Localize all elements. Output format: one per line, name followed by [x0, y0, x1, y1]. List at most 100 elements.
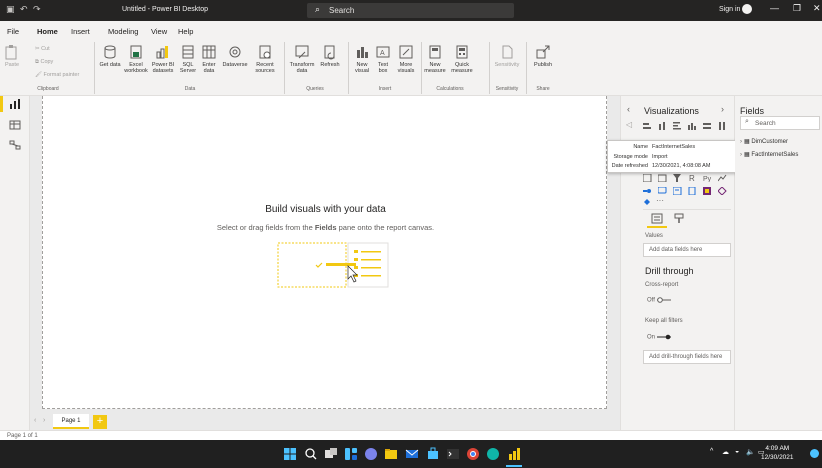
cut-button[interactable]: ✂ Cut	[35, 46, 50, 52]
new-visual-button[interactable]: New visual	[350, 44, 374, 74]
powerbi-datasets-button[interactable]: Power BI datasets	[148, 44, 178, 74]
r-script-visual-icon[interactable]: R	[688, 174, 697, 182]
minimize-icon[interactable]: —	[770, 3, 779, 13]
taskbar-clock[interactable]: 4:09 AM 12/30/2021	[761, 444, 794, 462]
field-table-dimcustomer[interactable]: › ▦ DimCustomer	[740, 138, 788, 145]
more-visuals-ellipsis-icon[interactable]: ···	[656, 196, 664, 205]
report-view-icon[interactable]	[9, 99, 21, 109]
recent-sources-button[interactable]: Recent sources	[250, 44, 280, 74]
restore-icon[interactable]: ❐	[793, 3, 801, 14]
values-drop-zone[interactable]: Add data fields here	[643, 243, 731, 257]
collapse-filters-icon[interactable]: ‹	[627, 104, 630, 114]
page-tab-1[interactable]: Page 1	[53, 414, 89, 429]
power-automate-icon[interactable]	[718, 187, 727, 195]
title-bar: ▣ ↶ ↷ Untitled - Power BI Desktop ⌕ Sear…	[0, 0, 822, 21]
format-paintbrush-icon[interactable]	[673, 213, 685, 224]
smart-narrative-icon[interactable]	[673, 187, 682, 195]
clustered-column-chart-icon[interactable]	[688, 122, 697, 130]
table-name: FactInternetSales	[751, 152, 799, 158]
tab-modeling[interactable]: Modeling	[108, 27, 138, 36]
filters-side-icon[interactable]: ◁	[626, 120, 632, 129]
close-icon[interactable]: ✕	[813, 3, 821, 14]
calculations-group-label: Calculations	[436, 86, 464, 92]
tab-help[interactable]: Help	[178, 27, 193, 36]
redo-icon[interactable]: ↷	[33, 4, 41, 15]
more-visuals-button[interactable]: More visuals	[393, 44, 419, 74]
prev-page-icon[interactable]: ‹	[34, 417, 36, 424]
stacked-column-chart-icon[interactable]	[658, 122, 667, 130]
taskbar-search-icon[interactable]	[304, 447, 318, 461]
refresh-label: Refresh	[320, 62, 340, 68]
tab-home[interactable]: Home	[37, 27, 58, 40]
report-canvas[interactable]: Build visuals with your data Select or d…	[42, 96, 607, 409]
cross-report-toggle[interactable]: Off	[647, 297, 671, 304]
enter-data-button[interactable]: Enter data	[198, 44, 220, 74]
sensitivity-button[interactable]: Sensitivity	[492, 44, 522, 68]
text-box-button[interactable]: A Text box	[373, 44, 393, 74]
expand-visualizations-icon[interactable]: ›	[721, 104, 724, 114]
notification-icon[interactable]	[810, 449, 819, 458]
sql-server-button[interactable]: SQL Server	[176, 44, 200, 74]
paginated-report-icon[interactable]	[688, 187, 697, 195]
widgets-icon[interactable]	[344, 447, 358, 461]
edge-icon[interactable]	[486, 447, 500, 461]
transform-data-button[interactable]: Transform data	[286, 44, 318, 74]
teams-chat-icon[interactable]	[364, 447, 378, 461]
clustered-bar-chart-icon[interactable]	[673, 122, 682, 130]
tray-chevron-icon[interactable]: ^	[710, 448, 713, 455]
drill-through-drop-zone[interactable]: Add drill-through fields here	[643, 350, 731, 364]
dataverse-button[interactable]: Dataverse	[220, 44, 250, 68]
100-stacked-bar-chart-icon[interactable]	[703, 122, 712, 130]
tab-view[interactable]: View	[151, 27, 167, 36]
q-and-a-icon[interactable]	[658, 187, 667, 195]
field-table-factinternetsales[interactable]: › ▦ FactInternetSales	[740, 151, 798, 158]
python-visual-icon[interactable]: Py	[703, 174, 712, 182]
insert-group-label: Insert	[378, 86, 392, 92]
stacked-bar-chart-icon[interactable]	[643, 122, 652, 130]
powerbi-taskbar-icon[interactable]	[507, 447, 521, 461]
chrome-icon[interactable]	[466, 447, 480, 461]
excel-workbook-label: Excel workbook	[124, 62, 148, 74]
wifi-icon[interactable]: ◒	[735, 448, 739, 455]
terminal-icon[interactable]	[446, 447, 460, 461]
new-measure-button[interactable]: New measure	[423, 44, 447, 74]
copy-button[interactable]: ⧉ Copy	[35, 59, 53, 66]
100-stacked-column-chart-icon[interactable]	[718, 122, 727, 130]
ribbon-chart-icon[interactable]	[643, 174, 652, 182]
cut-label: Cut	[41, 46, 50, 52]
mail-icon[interactable]	[405, 447, 419, 461]
key-influencers-icon[interactable]	[643, 187, 652, 195]
windows-start-icon[interactable]	[283, 447, 297, 461]
save-icon[interactable]: ▣	[6, 4, 15, 15]
paste-button[interactable]: Paste	[3, 44, 21, 68]
custom-visual-icon[interactable]	[643, 198, 652, 206]
store-icon[interactable]	[426, 447, 440, 461]
tab-insert[interactable]: Insert	[71, 27, 90, 36]
excel-workbook-button[interactable]: Excel workbook	[122, 44, 150, 74]
line-chart-icon[interactable]	[718, 174, 727, 182]
avatar[interactable]	[742, 4, 752, 14]
format-painter-button[interactable]: 🖌 Format painter	[35, 72, 79, 78]
onedrive-icon[interactable]: ☁	[722, 448, 729, 456]
get-data-button[interactable]: Get data	[96, 44, 124, 68]
task-view-icon[interactable]	[324, 447, 338, 461]
model-view-icon[interactable]	[9, 140, 21, 150]
file-explorer-icon[interactable]	[384, 447, 398, 461]
power-apps-icon[interactable]	[703, 187, 712, 195]
volume-icon[interactable]: 🔈	[746, 448, 755, 456]
add-page-button[interactable]: +	[93, 415, 107, 429]
tab-file[interactable]: File	[7, 27, 19, 36]
sign-in-link[interactable]: Sign in	[719, 6, 740, 13]
publish-button[interactable]: Publish	[529, 44, 557, 68]
undo-icon[interactable]: ↶	[20, 4, 28, 15]
fields-well-icon[interactable]	[651, 213, 663, 224]
refresh-button[interactable]: Refresh	[316, 44, 344, 68]
title-search-box[interactable]: ⌕ Search	[307, 3, 514, 18]
funnel-icon[interactable]	[673, 174, 682, 182]
fields-search-input[interactable]: ⌕ Search	[740, 116, 820, 130]
next-page-icon[interactable]: ›	[43, 417, 45, 424]
keep-filters-toggle[interactable]: On	[647, 334, 671, 341]
quick-measure-button[interactable]: Quick measure	[449, 44, 475, 74]
data-view-icon[interactable]	[9, 120, 21, 130]
waterfall-chart-icon[interactable]	[658, 174, 667, 182]
